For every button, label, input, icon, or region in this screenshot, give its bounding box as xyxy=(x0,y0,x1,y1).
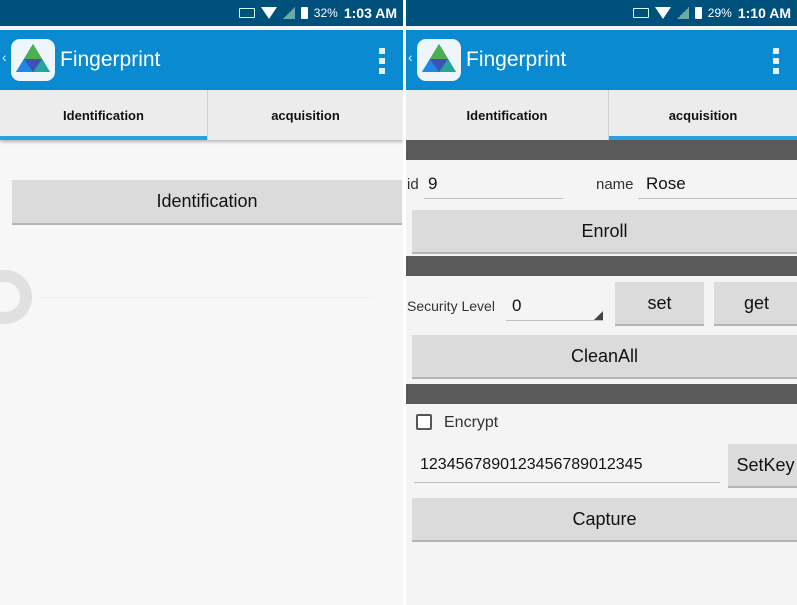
tab-bar: Identification acquisition xyxy=(406,90,797,140)
divider xyxy=(40,297,373,298)
tab-acquisition[interactable]: acquisition xyxy=(208,90,403,140)
id-input[interactable]: 9 xyxy=(428,174,437,194)
tab-label: acquisition xyxy=(668,107,738,123)
right-screen: 29% 1:10 AM ‹ Fingerprint Identification… xyxy=(406,0,797,605)
wifi-icon xyxy=(260,7,277,19)
tab-label: Identification xyxy=(466,107,548,123)
identification-button[interactable]: Identification xyxy=(12,180,402,225)
id-input-underline xyxy=(424,198,563,199)
status-bar: 29% 1:10 AM xyxy=(406,0,797,26)
enroll-button[interactable]: Enroll xyxy=(412,210,797,254)
security-level-label: Security Level xyxy=(407,298,495,314)
battery-icon xyxy=(300,7,308,19)
key-input-underline xyxy=(414,482,720,483)
battery-percent: 32% xyxy=(313,6,338,20)
app-bar: ‹ Fingerprint xyxy=(0,30,403,90)
id-label: id xyxy=(407,176,419,193)
get-button[interactable]: get xyxy=(714,282,797,326)
section-divider-band xyxy=(406,140,797,160)
status-icons: 29% 1:10 AM xyxy=(632,0,791,26)
app-logo-icon[interactable] xyxy=(416,38,462,82)
overflow-menu-icon[interactable] xyxy=(773,48,779,74)
back-chevron-icon[interactable]: ‹ xyxy=(2,50,8,64)
app-bar: ‹ Fingerprint xyxy=(406,30,797,90)
status-time: 1:03 AM xyxy=(343,5,397,21)
tab-bar: Identification acquisition xyxy=(0,90,403,140)
sim-card-icon xyxy=(632,8,649,18)
encrypt-label: Encrypt xyxy=(444,414,499,431)
overflow-menu-icon[interactable] xyxy=(379,48,385,74)
key-input[interactable]: 1234567890123456789012345 xyxy=(420,456,642,474)
tab-identification[interactable]: Identification xyxy=(0,90,207,140)
tab-acquisition[interactable]: acquisition xyxy=(609,90,797,140)
back-chevron-icon[interactable]: ‹ xyxy=(408,50,414,64)
wifi-icon xyxy=(654,7,671,19)
status-icons: 32% 1:03 AM xyxy=(238,0,397,26)
dropdown-arrow-icon[interactable] xyxy=(594,311,603,320)
name-label: name xyxy=(596,176,634,193)
floating-circle-decoration xyxy=(0,270,32,324)
tab-selected-indicator xyxy=(0,136,207,140)
security-select-underline xyxy=(506,320,603,321)
sim-card-icon xyxy=(238,8,255,18)
app-title: Fingerprint xyxy=(60,48,161,71)
no-signal-icon xyxy=(282,7,295,19)
set-button[interactable]: set xyxy=(615,282,704,326)
battery-icon xyxy=(694,7,702,19)
tab-identification[interactable]: Identification xyxy=(406,90,608,140)
name-input-underline xyxy=(638,198,797,199)
tab-label: acquisition xyxy=(271,107,340,123)
app-logo-icon[interactable] xyxy=(10,38,56,82)
security-level-select[interactable]: 0 xyxy=(512,296,521,316)
status-bar: 32% 1:03 AM xyxy=(0,0,403,26)
section-divider-band xyxy=(406,256,797,276)
setkey-button[interactable]: SetKey xyxy=(728,444,797,488)
left-screen: 32% 1:03 AM ‹ Fingerprint Identification… xyxy=(0,0,403,605)
capture-button[interactable]: Capture xyxy=(412,498,797,542)
tab-label: Identification xyxy=(63,107,144,123)
name-input[interactable]: Rose xyxy=(646,174,686,194)
status-time: 1:10 AM xyxy=(737,5,791,21)
no-signal-icon xyxy=(676,7,689,19)
encrypt-checkbox[interactable] xyxy=(416,414,432,430)
battery-percent: 29% xyxy=(707,6,732,20)
app-title: Fingerprint xyxy=(466,48,567,71)
section-divider-band xyxy=(406,384,797,404)
cleanall-button[interactable]: CleanAll xyxy=(412,335,797,379)
